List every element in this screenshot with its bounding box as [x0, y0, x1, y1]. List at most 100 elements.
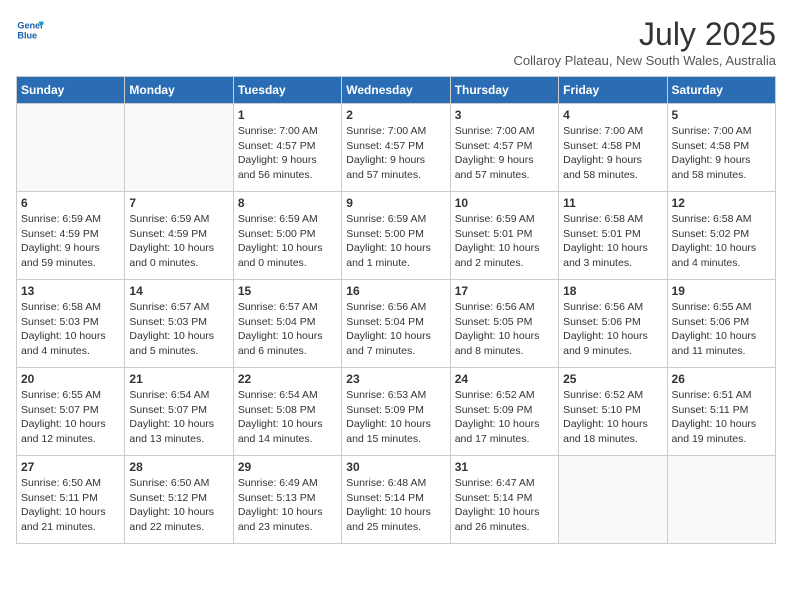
day-info: Sunrise: 6:55 AM Sunset: 5:07 PM Dayligh… [21, 388, 120, 447]
day-info: Sunrise: 6:50 AM Sunset: 5:12 PM Dayligh… [129, 476, 228, 535]
day-info: Sunrise: 6:59 AM Sunset: 5:00 PM Dayligh… [346, 212, 445, 271]
calendar-cell: 5 Sunrise: 7:00 AM Sunset: 4:58 PM Daylig… [667, 104, 775, 192]
calendar-cell: 18 Sunrise: 6:56 AM Sunset: 5:06 PM Dayli… [559, 280, 667, 368]
calendar-cell: 21 Sunrise: 6:54 AM Sunset: 5:07 PM Dayli… [125, 368, 233, 456]
calendar-cell: 15 Sunrise: 6:57 AM Sunset: 5:04 PM Dayli… [233, 280, 341, 368]
day-number: 2 [346, 108, 445, 122]
week-row-1: 1 Sunrise: 7:00 AM Sunset: 4:57 PM Daylig… [17, 104, 776, 192]
day-info: Sunrise: 6:49 AM Sunset: 5:13 PM Dayligh… [238, 476, 337, 535]
calendar-cell [17, 104, 125, 192]
header-cell-monday: Monday [125, 77, 233, 104]
day-number: 20 [21, 372, 120, 386]
day-info: Sunrise: 7:00 AM Sunset: 4:57 PM Dayligh… [346, 124, 445, 183]
day-info: Sunrise: 6:54 AM Sunset: 5:07 PM Dayligh… [129, 388, 228, 447]
location-subtitle: Collaroy Plateau, New South Wales, Austr… [513, 53, 776, 68]
calendar-cell: 6Sunrise: 6:59 AM Sunset: 4:59 PM Daylig… [17, 192, 125, 280]
calendar-cell: 12 Sunrise: 6:58 AM Sunset: 5:02 PM Dayli… [667, 192, 775, 280]
day-number: 6 [21, 196, 120, 210]
day-info: Sunrise: 6:53 AM Sunset: 5:09 PM Dayligh… [346, 388, 445, 447]
calendar-header: SundayMondayTuesdayWednesdayThursdayFrid… [17, 77, 776, 104]
header-cell-wednesday: Wednesday [342, 77, 450, 104]
day-info: Sunrise: 6:51 AM Sunset: 5:11 PM Dayligh… [672, 388, 771, 447]
day-number: 5 [672, 108, 771, 122]
calendar-cell: 9 Sunrise: 6:59 AM Sunset: 5:00 PM Daylig… [342, 192, 450, 280]
day-info: Sunrise: 6:52 AM Sunset: 5:09 PM Dayligh… [455, 388, 554, 447]
day-number: 25 [563, 372, 662, 386]
day-number: 12 [672, 196, 771, 210]
day-number: 8 [238, 196, 337, 210]
week-row-3: 13Sunrise: 6:58 AM Sunset: 5:03 PM Dayli… [17, 280, 776, 368]
title-block: July 2025 Collaroy Plateau, New South Wa… [513, 16, 776, 68]
calendar-cell: 26 Sunrise: 6:51 AM Sunset: 5:11 PM Dayli… [667, 368, 775, 456]
day-number: 1 [238, 108, 337, 122]
day-info: Sunrise: 6:57 AM Sunset: 5:04 PM Dayligh… [238, 300, 337, 359]
calendar-cell: 29 Sunrise: 6:49 AM Sunset: 5:13 PM Dayli… [233, 456, 341, 544]
day-number: 18 [563, 284, 662, 298]
calendar-cell: 23 Sunrise: 6:53 AM Sunset: 5:09 PM Dayli… [342, 368, 450, 456]
calendar-cell: 2 Sunrise: 7:00 AM Sunset: 4:57 PM Daylig… [342, 104, 450, 192]
day-number: 24 [455, 372, 554, 386]
day-info: Sunrise: 6:58 AM Sunset: 5:02 PM Dayligh… [672, 212, 771, 271]
day-number: 11 [563, 196, 662, 210]
day-info: Sunrise: 6:50 AM Sunset: 5:11 PM Dayligh… [21, 476, 120, 535]
calendar-cell: 8 Sunrise: 6:59 AM Sunset: 5:00 PM Daylig… [233, 192, 341, 280]
calendar-cell: 13Sunrise: 6:58 AM Sunset: 5:03 PM Dayli… [17, 280, 125, 368]
calendar-cell: 3Sunrise: 7:00 AM Sunset: 4:57 PM Daylig… [450, 104, 558, 192]
calendar-cell: 27Sunrise: 6:50 AM Sunset: 5:11 PM Dayli… [17, 456, 125, 544]
day-number: 23 [346, 372, 445, 386]
day-info: Sunrise: 6:59 AM Sunset: 4:59 PM Dayligh… [129, 212, 228, 271]
day-number: 15 [238, 284, 337, 298]
month-year-title: July 2025 [513, 16, 776, 53]
day-number: 26 [672, 372, 771, 386]
calendar-cell [559, 456, 667, 544]
calendar-body: 1 Sunrise: 7:00 AM Sunset: 4:57 PM Daylig… [17, 104, 776, 544]
calendar-cell: 30Sunrise: 6:48 AM Sunset: 5:14 PM Dayli… [342, 456, 450, 544]
calendar-cell: 10 Sunrise: 6:59 AM Sunset: 5:01 PM Dayli… [450, 192, 558, 280]
day-number: 14 [129, 284, 228, 298]
day-info: Sunrise: 6:52 AM Sunset: 5:10 PM Dayligh… [563, 388, 662, 447]
day-number: 22 [238, 372, 337, 386]
day-info: Sunrise: 7:00 AM Sunset: 4:58 PM Dayligh… [563, 124, 662, 183]
day-info: Sunrise: 6:57 AM Sunset: 5:03 PM Dayligh… [129, 300, 228, 359]
day-number: 29 [238, 460, 337, 474]
day-info: Sunrise: 6:59 AM Sunset: 5:00 PM Dayligh… [238, 212, 337, 271]
day-info: Sunrise: 7:00 AM Sunset: 4:57 PM Dayligh… [238, 124, 337, 183]
calendar-cell: 19Sunrise: 6:55 AM Sunset: 5:06 PM Dayli… [667, 280, 775, 368]
calendar-cell: 25 Sunrise: 6:52 AM Sunset: 5:10 PM Dayli… [559, 368, 667, 456]
day-info: Sunrise: 7:00 AM Sunset: 4:57 PM Dayligh… [455, 124, 554, 183]
day-number: 31 [455, 460, 554, 474]
day-info: Sunrise: 6:59 AM Sunset: 5:01 PM Dayligh… [455, 212, 554, 271]
calendar-cell: 11 Sunrise: 6:58 AM Sunset: 5:01 PM Dayli… [559, 192, 667, 280]
logo: General Blue [16, 16, 44, 44]
week-row-4: 20 Sunrise: 6:55 AM Sunset: 5:07 PM Dayli… [17, 368, 776, 456]
day-number: 21 [129, 372, 228, 386]
calendar-cell: 31 Sunrise: 6:47 AM Sunset: 5:14 PM Dayli… [450, 456, 558, 544]
day-info: Sunrise: 6:58 AM Sunset: 5:01 PM Dayligh… [563, 212, 662, 271]
day-number: 17 [455, 284, 554, 298]
header-cell-thursday: Thursday [450, 77, 558, 104]
calendar-cell: 20 Sunrise: 6:55 AM Sunset: 5:07 PM Dayli… [17, 368, 125, 456]
day-number: 7 [129, 196, 228, 210]
day-number: 28 [129, 460, 228, 474]
calendar-cell: 7 Sunrise: 6:59 AM Sunset: 4:59 PM Daylig… [125, 192, 233, 280]
day-number: 10 [455, 196, 554, 210]
day-number: 4 [563, 108, 662, 122]
day-info: Sunrise: 6:56 AM Sunset: 5:06 PM Dayligh… [563, 300, 662, 359]
logo-icon: General Blue [16, 16, 44, 44]
day-info: Sunrise: 6:58 AM Sunset: 5:03 PM Dayligh… [21, 300, 120, 359]
header-cell-friday: Friday [559, 77, 667, 104]
calendar-cell: 24 Sunrise: 6:52 AM Sunset: 5:09 PM Dayli… [450, 368, 558, 456]
day-number: 9 [346, 196, 445, 210]
header-cell-sunday: Sunday [17, 77, 125, 104]
day-number: 16 [346, 284, 445, 298]
day-info: Sunrise: 6:48 AM Sunset: 5:14 PM Dayligh… [346, 476, 445, 535]
calendar-cell: 16 Sunrise: 6:56 AM Sunset: 5:04 PM Dayli… [342, 280, 450, 368]
svg-text:Blue: Blue [17, 30, 37, 40]
calendar-table: SundayMondayTuesdayWednesdayThursdayFrid… [16, 76, 776, 544]
week-row-2: 6 Sunrise: 6:59 AM Sunset: 4:59 PM Daylig… [17, 192, 776, 280]
day-info: Sunrise: 7:00 AM Sunset: 4:58 PM Dayligh… [672, 124, 771, 183]
calendar-cell [667, 456, 775, 544]
calendar-cell: 28 Sunrise: 6:50 AM Sunset: 5:12 PM Dayli… [125, 456, 233, 544]
day-info: Sunrise: 6:47 AM Sunset: 5:14 PM Dayligh… [455, 476, 554, 535]
day-info: Sunrise: 6:56 AM Sunset: 5:04 PM Dayligh… [346, 300, 445, 359]
